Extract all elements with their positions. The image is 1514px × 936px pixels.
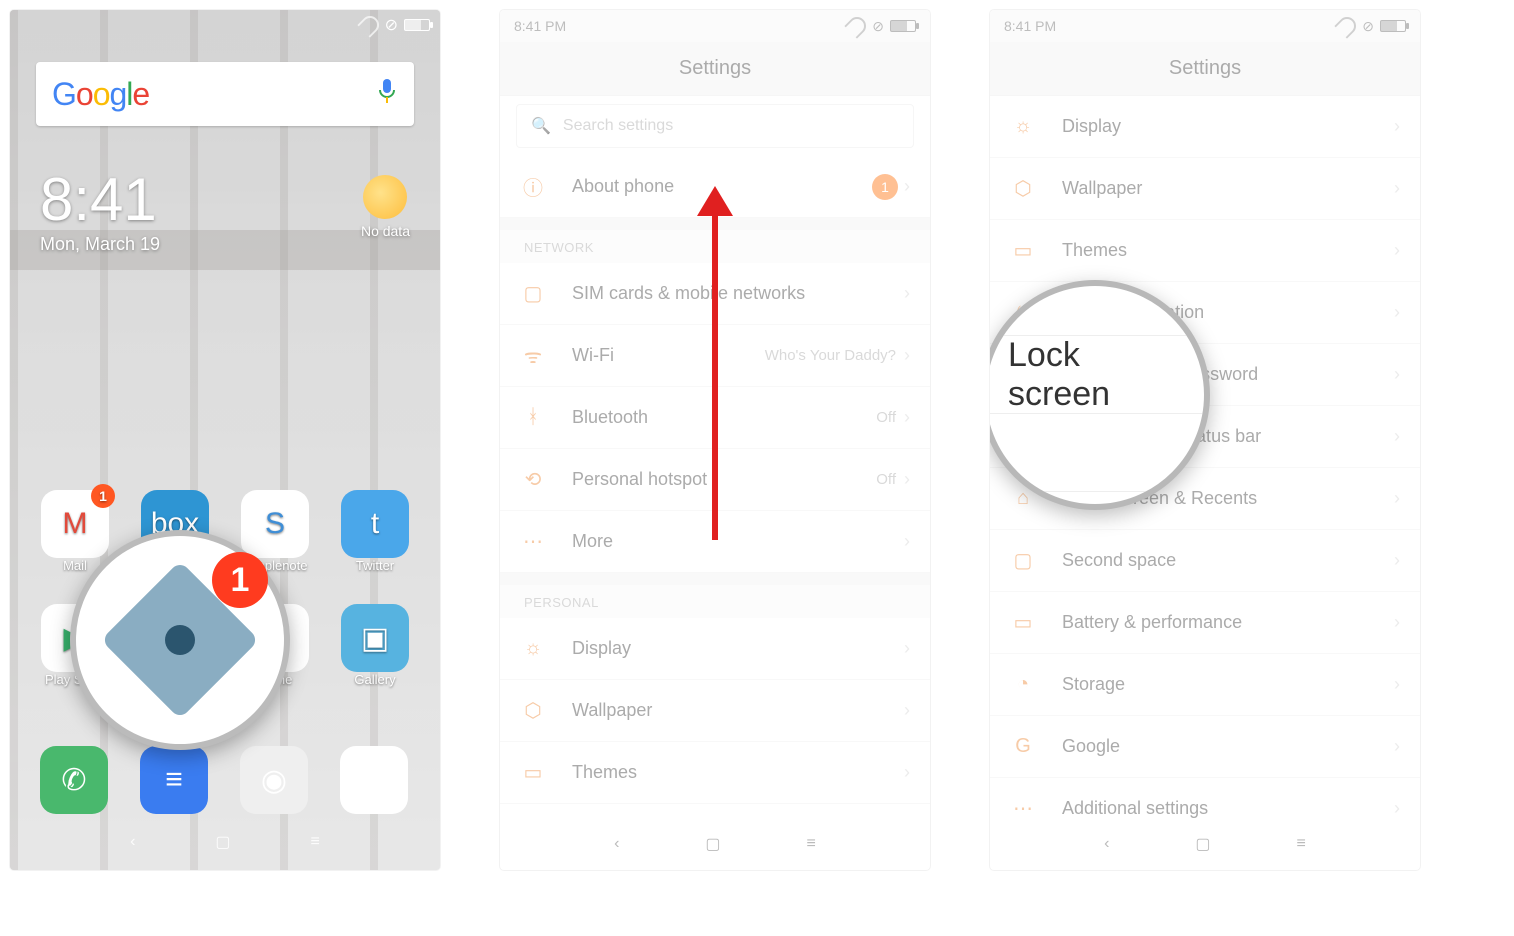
system-nav-bar: ‹ ▢ ≡ (10, 824, 440, 860)
weather-icon (363, 175, 407, 219)
dnd-icon: ⊘ (385, 15, 398, 35)
clock-time: 8:41 (40, 165, 160, 234)
mic-icon[interactable] (376, 77, 398, 112)
weather-widget[interactable]: No data (361, 175, 410, 239)
tutorial-overlay (10, 10, 440, 870)
app-icon: t (341, 490, 409, 558)
mag-row-above (990, 286, 1204, 336)
nav-home-icon[interactable]: ▢ (215, 832, 230, 852)
dock-camera[interactable]: ◉ (240, 746, 308, 814)
nav-back-icon[interactable]: ‹ (614, 835, 619, 853)
panel-homescreen: ⊘ Google 8:41 Mon, March 19 No data M1Ma… (10, 10, 440, 870)
panel-settings-scrolled: 8:41 PM ⊘ Settings ☼Display›⬡Wallpaper›▭… (990, 10, 1420, 870)
app-mail[interactable]: M1Mail (40, 490, 110, 573)
nav-back-icon[interactable]: ‹ (1104, 835, 1109, 853)
battery-icon (404, 19, 430, 31)
mag-label: Lock screen (1008, 336, 1182, 414)
tutorial-magnifier-lockscreen: Lock screen (990, 280, 1210, 510)
status-bar: ⊘ (10, 10, 440, 40)
app-label: Twitter (356, 558, 394, 573)
google-logo: Google (52, 76, 149, 113)
app-label: Gallery (354, 672, 395, 687)
weather-label: No data (361, 223, 410, 239)
tutorial-magnifier-settings: 1 (70, 530, 290, 750)
nav-home-icon[interactable]: ▢ (1195, 834, 1210, 854)
dock: ✆ ≡ ◉ ◯ (40, 746, 410, 814)
nav-recents-icon[interactable]: ≡ (807, 835, 816, 853)
dock-phone[interactable]: ✆ (40, 746, 108, 814)
nav-home-icon[interactable]: ▢ (705, 834, 720, 854)
panel-settings-root: 8:41 PM ⊘ Settings 🔍 Search settings ⓘ A… (500, 10, 930, 870)
google-search-widget[interactable]: Google (36, 62, 414, 126)
dock-chrome[interactable]: ◯ (340, 746, 408, 814)
settings-badge: 1 (212, 552, 268, 608)
system-nav-bar: ‹ ▢ ≡ (500, 826, 930, 862)
clock-widget[interactable]: 8:41 Mon, March 19 (40, 165, 160, 255)
mag-row-lockscreen[interactable]: Lock screen (990, 336, 1204, 414)
nav-back-icon[interactable]: ‹ (130, 833, 135, 851)
dock-docs[interactable]: ≡ (140, 746, 208, 814)
wifi-icon (357, 12, 382, 37)
app-icon: M1 (41, 490, 109, 558)
app-twitter[interactable]: tTwitter (340, 490, 410, 573)
badge: 1 (91, 484, 115, 508)
nav-recents-icon[interactable]: ≡ (1297, 835, 1306, 853)
system-nav-bar: ‹ ▢ ≡ (990, 826, 1420, 862)
app-label: Mail (63, 558, 87, 573)
tutorial-arrow-up (712, 210, 718, 540)
nav-recents-icon[interactable]: ≡ (311, 833, 320, 851)
clock-date: Mon, March 19 (40, 234, 160, 255)
app-icon: ▣ (341, 604, 409, 672)
mag-row-below (990, 414, 1204, 492)
app-gallery[interactable]: ▣Gallery (340, 604, 410, 687)
app-icon: S (241, 490, 309, 558)
